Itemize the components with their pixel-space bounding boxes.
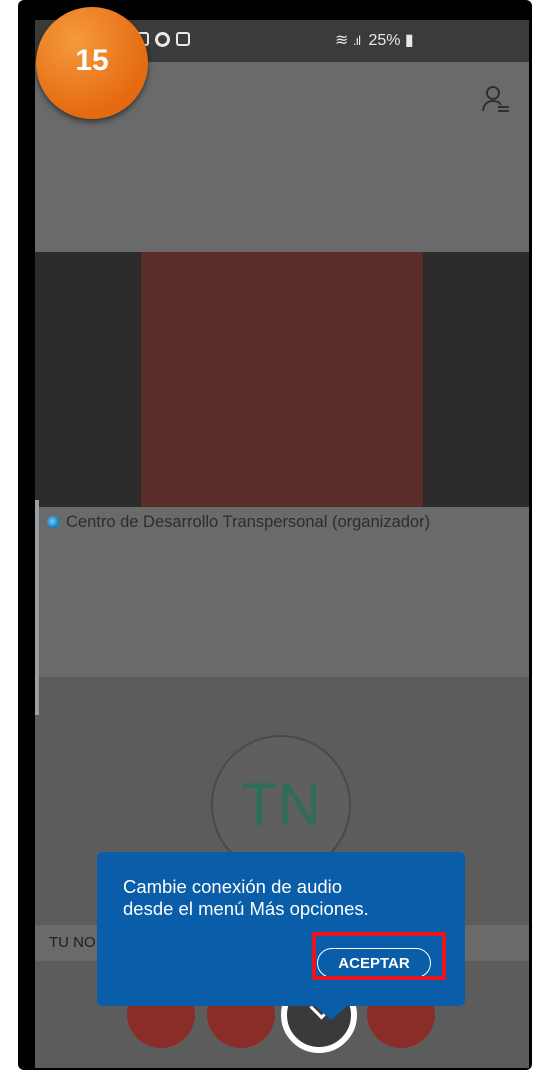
battery-percentage: 25% xyxy=(368,32,401,49)
tooltip-pointer xyxy=(315,1006,347,1020)
image-icon xyxy=(176,32,190,46)
self-name-label: TU NO xyxy=(49,934,96,951)
signal-icon: .ıl xyxy=(352,33,361,48)
tooltip-message-line1: Cambie conexión de audio xyxy=(123,876,343,897)
battery-icon: ▮ xyxy=(404,32,414,49)
wifi-icon: ≋ xyxy=(335,32,349,49)
presenter-label-bar: Centro de Desarrollo Transpersonal (orga… xyxy=(35,507,529,537)
app-screen: ≋ .ıl 25% ▮ Centro de Desarrollo Transpe… xyxy=(35,20,529,1068)
side-drawer-handle[interactable] xyxy=(35,500,39,715)
presenter-name: Centro de Desarrollo Transpersonal (orga… xyxy=(66,513,431,531)
presenter-status-icon xyxy=(47,516,60,529)
audio-tooltip: Cambie conexión de audio desde el menú M… xyxy=(97,852,465,1006)
highlight-box xyxy=(312,932,446,980)
presenter-video[interactable] xyxy=(141,252,423,507)
tooltip-message-line2: desde el menú Más opciones. xyxy=(123,898,369,919)
video-strip xyxy=(35,252,529,507)
participants-icon[interactable] xyxy=(481,84,511,114)
step-badge: 15 xyxy=(36,7,148,119)
sync-icon xyxy=(155,32,170,47)
content-area xyxy=(35,537,529,677)
